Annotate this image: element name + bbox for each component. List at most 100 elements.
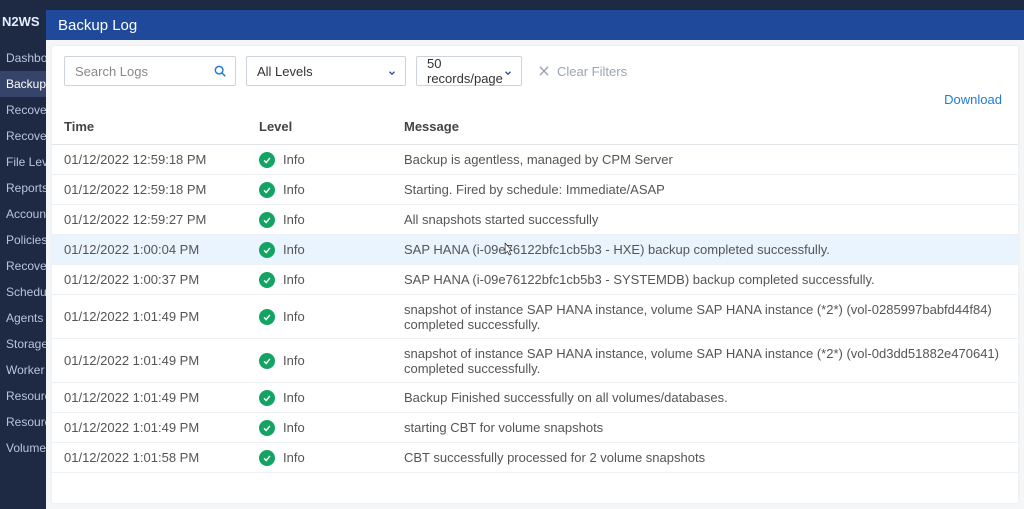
sidebar-item[interactable]: Accounts	[0, 201, 46, 227]
sidebar-item[interactable]: Schedules	[0, 279, 46, 305]
table-row[interactable]: 01/12/2022 12:59:18 PM Info Starting. Fire…	[52, 175, 1018, 205]
table-row[interactable]: 01/12/2022 1:00:37 PM Info SAP HANA (i-09e…	[52, 265, 1018, 295]
check-icon	[259, 390, 275, 406]
page-title: Backup Log	[58, 17, 137, 34]
cell-time: 01/12/2022 1:01:49 PM	[52, 339, 247, 383]
level-label: Info	[283, 242, 305, 257]
table-row[interactable]: 01/12/2022 1:00:04 PM Info SAP HANA (i-09e…	[52, 235, 1018, 265]
table-row[interactable]: 01/12/2022 12:59:27 PM Info All snapshots …	[52, 205, 1018, 235]
check-icon	[259, 152, 275, 168]
col-message[interactable]: Message	[392, 109, 1018, 145]
cell-time: 01/12/2022 1:00:04 PM	[52, 235, 247, 265]
sidebar-item[interactable]: Recovery Monitor	[0, 97, 46, 123]
check-icon	[259, 182, 275, 198]
download-row: Download	[52, 90, 1018, 109]
check-icon	[259, 353, 275, 369]
clear-filters-label: Clear Filters	[557, 64, 627, 79]
col-level[interactable]: Level	[247, 109, 392, 145]
sidebar: N2WS DashboardBackup MonitorRecovery Mon…	[0, 0, 46, 509]
check-icon	[259, 272, 275, 288]
cell-level: Info	[247, 235, 392, 265]
cell-message: SAP HANA (i-09e76122bfc1cb5b3 - SYSTEMDB…	[392, 265, 1018, 295]
cell-level: Info	[247, 175, 392, 205]
cell-time: 01/12/2022 12:59:18 PM	[52, 175, 247, 205]
cell-time: 01/12/2022 1:01:49 PM	[52, 413, 247, 443]
download-button[interactable]: Download	[938, 92, 1002, 107]
cell-time: 01/12/2022 1:01:58 PM	[52, 443, 247, 473]
level-select[interactable]: All Levels	[246, 56, 406, 86]
sidebar-item[interactable]: Agents	[0, 305, 46, 331]
table-body: 01/12/2022 12:59:18 PMInfoBackup is agen…	[52, 145, 1018, 473]
sidebar-item[interactable]: Recovery Scenarios	[0, 253, 46, 279]
search-input-wrap[interactable]	[64, 56, 236, 86]
table-row[interactable]: 01/12/2022 1:01:49 PM Info snapshot of ins…	[52, 295, 1018, 339]
sidebar-item[interactable]: Dashboard	[0, 45, 46, 71]
level-label: Info	[283, 390, 305, 405]
cell-message: snapshot of instance SAP HANA instance, …	[392, 339, 1018, 383]
search-input[interactable]	[65, 64, 235, 79]
level-label: Info	[283, 309, 305, 324]
cell-message: All snapshots started successfully	[392, 205, 1018, 235]
sidebar-item[interactable]: Resource Control	[0, 409, 46, 435]
level-label: Info	[283, 182, 305, 197]
x-icon	[537, 64, 551, 78]
check-icon	[259, 309, 275, 325]
log-table: Time Level Message 01/12/2022 12:59:18 P…	[52, 109, 1018, 473]
col-time[interactable]: Time	[52, 109, 247, 145]
check-icon	[259, 242, 275, 258]
cell-level: Info	[247, 383, 392, 413]
sidebar-item[interactable]: Volume Usage	[0, 435, 46, 461]
content-area: All Levels 50 records/page Clear Filters	[46, 40, 1024, 509]
level-label: Info	[283, 353, 305, 368]
cell-message: starting CBT for volume snapshots	[392, 413, 1018, 443]
cell-level: Info	[247, 145, 392, 175]
sidebar-item[interactable]: File Level Recovery	[0, 149, 46, 175]
level-label: Info	[283, 450, 305, 465]
cell-message: CBT successfully processed for 2 volume …	[392, 443, 1018, 473]
clear-filters-button[interactable]: Clear Filters	[532, 56, 632, 86]
chevron-down-icon	[387, 66, 397, 76]
cell-message: snapshot of instance SAP HANA instance, …	[392, 295, 1018, 339]
cell-level: Info	[247, 413, 392, 443]
level-label: Info	[283, 272, 305, 287]
cell-time: 01/12/2022 1:00:37 PM	[52, 265, 247, 295]
check-icon	[259, 450, 275, 466]
cell-message: Backup Finished successfully on all volu…	[392, 383, 1018, 413]
download-label: Download	[944, 92, 1002, 107]
cell-time: 01/12/2022 12:59:27 PM	[52, 205, 247, 235]
sidebar-item[interactable]: Backup Monitor	[0, 71, 46, 97]
cell-time: 01/12/2022 1:01:49 PM	[52, 383, 247, 413]
cell-time: 01/12/2022 12:59:18 PM	[52, 145, 247, 175]
cell-level: Info	[247, 295, 392, 339]
sidebar-item[interactable]: Reports	[0, 175, 46, 201]
level-label: Info	[283, 420, 305, 435]
content-card: All Levels 50 records/page Clear Filters	[52, 46, 1018, 503]
cell-message: Starting. Fired by schedule: Immediate/A…	[392, 175, 1018, 205]
table-row[interactable]: 01/12/2022 1:01:49 PM Info starting CBT fo…	[52, 413, 1018, 443]
page-size-select[interactable]: 50 records/page	[416, 56, 522, 86]
cell-level: Info	[247, 265, 392, 295]
table-row[interactable]: 01/12/2022 12:59:18 PMInfoBackup is agen…	[52, 145, 1018, 175]
sidebar-item[interactable]: Worker Configuration	[0, 357, 46, 383]
sidebar-item[interactable]: Recovery Scenario	[0, 123, 46, 149]
check-icon	[259, 212, 275, 228]
sidebar-item[interactable]: Resource Control	[0, 383, 46, 409]
level-label: Info	[283, 152, 305, 167]
table-header: Time Level Message	[52, 109, 1018, 145]
cell-level: Info	[247, 339, 392, 383]
chevron-down-icon	[503, 66, 513, 76]
cell-time: 01/12/2022 1:01:49 PM	[52, 295, 247, 339]
filters-row: All Levels 50 records/page Clear Filters	[52, 46, 1018, 90]
table-row[interactable]: 01/12/2022 1:01:49 PM Info Backup Finished…	[52, 383, 1018, 413]
sidebar-item[interactable]: Storage Repository	[0, 331, 46, 357]
table-row[interactable]: 01/12/2022 1:01:58 PM Info CBT successfull…	[52, 443, 1018, 473]
level-label: Info	[283, 212, 305, 227]
sidebar-item[interactable]: Policies	[0, 227, 46, 253]
level-select-label: All Levels	[257, 64, 313, 79]
page-header: Backup Log	[46, 10, 1024, 40]
cell-message: SAP HANA (i-09e76122bfc1cb5b3 - HXE) bac…	[392, 235, 1018, 265]
cell-level: Info	[247, 443, 392, 473]
app-header	[0, 0, 1024, 10]
table-row[interactable]: 01/12/2022 1:01:49 PM Info snapshot of ins…	[52, 339, 1018, 383]
brand-logo: N2WS	[2, 14, 40, 29]
